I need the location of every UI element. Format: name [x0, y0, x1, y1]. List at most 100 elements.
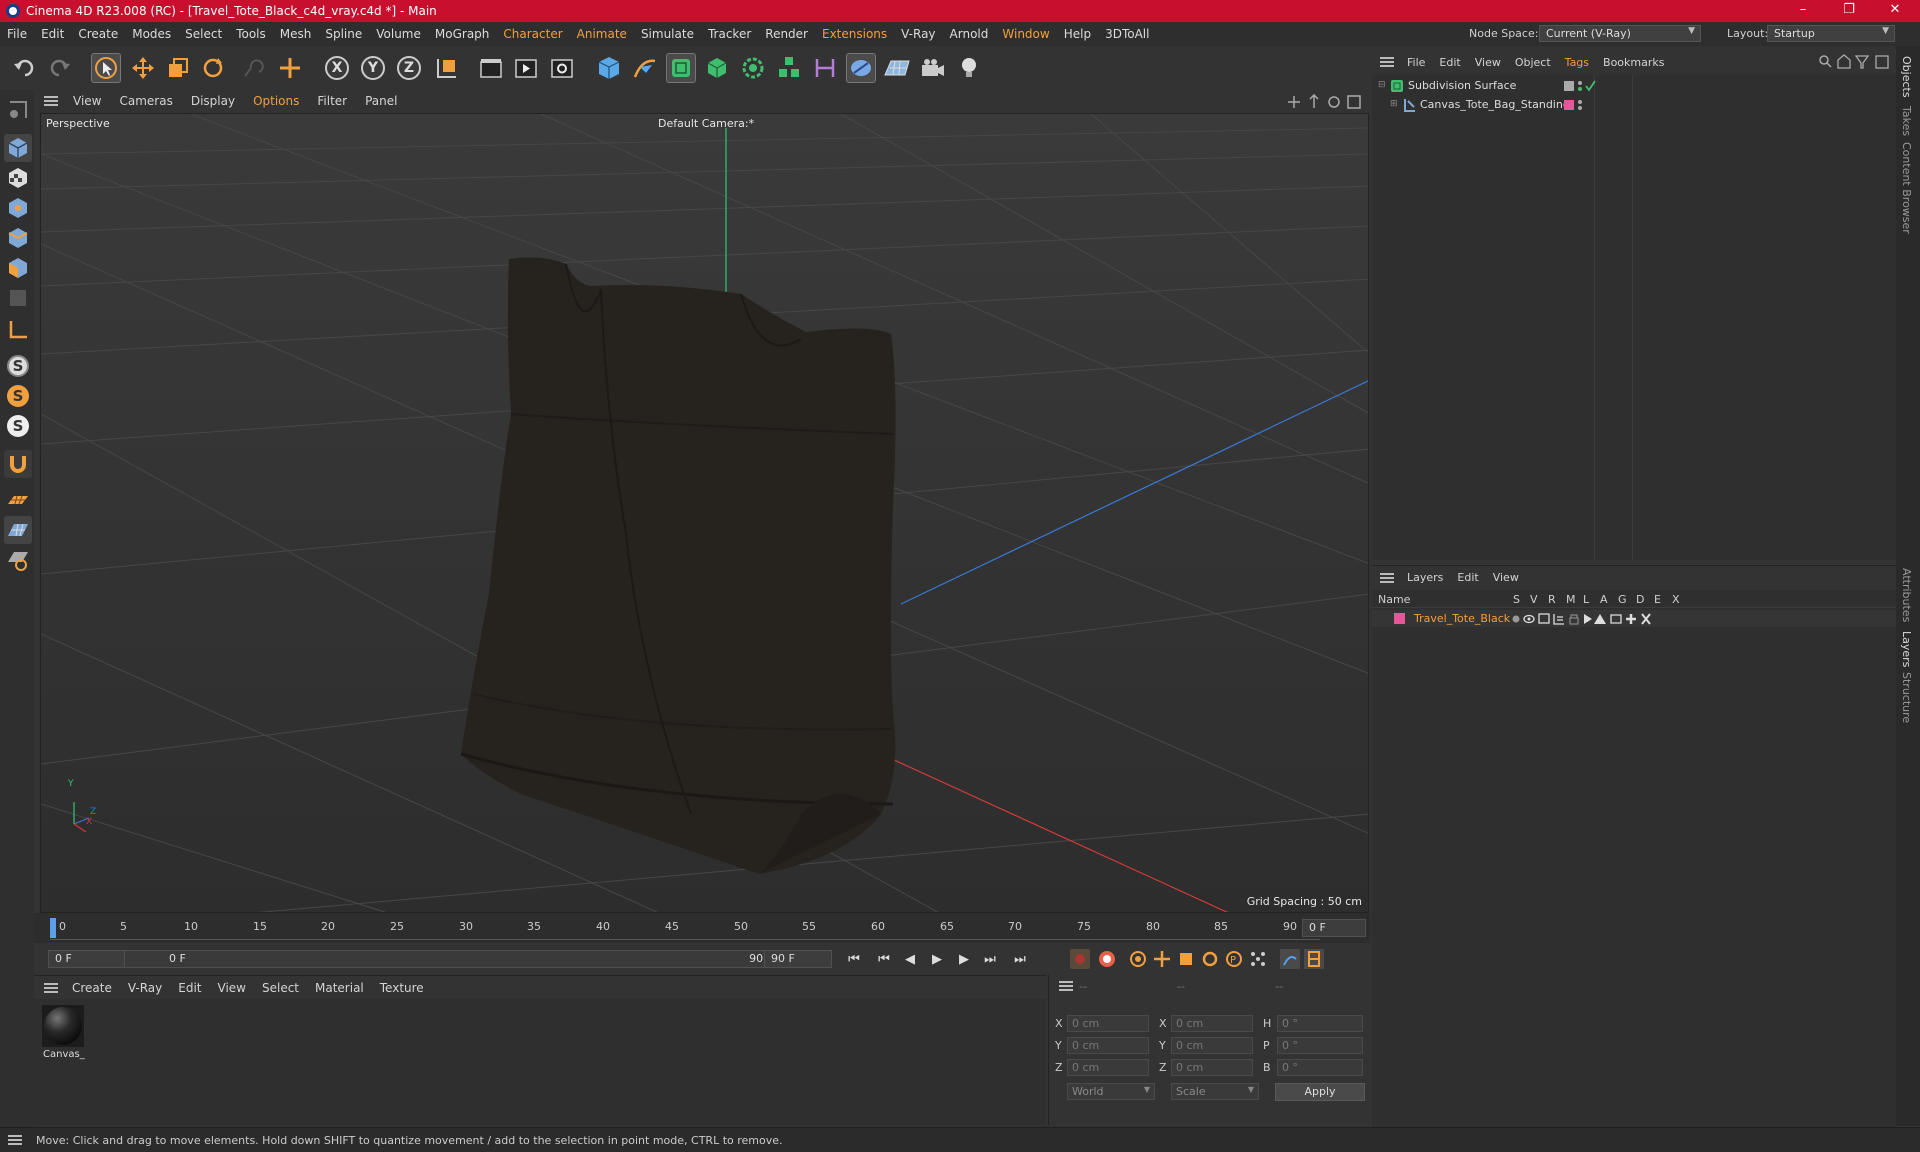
object-manager-tools[interactable] — [1818, 54, 1894, 70]
extrude-button[interactable] — [702, 53, 732, 83]
timeline-window-button[interactable] — [1304, 949, 1324, 969]
rotate-tool-button[interactable] — [198, 53, 228, 83]
close-button[interactable]: ✕ — [1872, 0, 1918, 22]
y-axis-lock-button[interactable]: Y — [358, 53, 388, 83]
layer-menu-edit[interactable]: Edit — [1450, 571, 1485, 584]
select-tool-button[interactable] — [91, 53, 121, 83]
restore-button[interactable]: ❐ — [1826, 0, 1872, 22]
layer-color-swatch[interactable] — [1394, 613, 1405, 624]
coordinates-menu-icon[interactable] — [1059, 981, 1073, 991]
perspective-viewport[interactable]: Perspective Default Camera:* Y Z X Grid … — [40, 113, 1369, 913]
menu-help[interactable]: Help — [1057, 27, 1098, 41]
size-x-field[interactable]: 0 cm — [1171, 1015, 1253, 1032]
viewport-menu-cameras[interactable]: Cameras — [110, 94, 181, 108]
viewport-menu-view[interactable]: View — [64, 94, 110, 108]
viewport-menu-icon[interactable] — [44, 96, 58, 106]
subdivision-surface-button[interactable] — [666, 53, 696, 83]
menu-window[interactable]: Window — [995, 27, 1056, 41]
menu-edit[interactable]: Edit — [34, 27, 71, 41]
prev-key-button[interactable]: ⏮ — [874, 949, 894, 969]
menu-select[interactable]: Select — [178, 27, 229, 41]
menu-animate[interactable]: Animate — [570, 27, 634, 41]
keyframe-selection-button[interactable] — [1128, 949, 1148, 969]
pos-z-field[interactable]: 0 cm — [1067, 1059, 1149, 1076]
deformer-button[interactable] — [810, 53, 840, 83]
preview-range-slider[interactable]: 0 F 90 F — [124, 950, 780, 968]
key-parameter-button[interactable]: P — [1224, 949, 1244, 969]
object-menu-icon[interactable] — [1380, 57, 1394, 67]
rot-h-field[interactable]: 0 ° — [1277, 1015, 1363, 1032]
material-menu-select[interactable]: Select — [254, 981, 307, 995]
object-menu-edit[interactable]: Edit — [1432, 56, 1467, 69]
menu-extensions[interactable]: Extensions — [815, 27, 894, 41]
menu-3dtoall[interactable]: 3DToAll — [1098, 27, 1156, 41]
coordinate-system-button[interactable] — [432, 53, 462, 83]
live-selection-button[interactable] — [238, 53, 268, 83]
side-tab-attributes[interactable]: Attributes — [1900, 568, 1913, 622]
menu-tracker[interactable]: Tracker — [701, 27, 758, 41]
menu-mesh[interactable]: Mesh — [273, 27, 319, 41]
goto-end-button[interactable]: ⏭ — [1010, 949, 1030, 969]
menu-simulate[interactable]: Simulate — [634, 27, 701, 41]
render-settings-button[interactable] — [547, 53, 577, 83]
side-tab-objects[interactable]: Objects — [1900, 56, 1913, 98]
material-menu-material[interactable]: Material — [307, 981, 372, 995]
size-z-field[interactable]: 0 cm — [1171, 1059, 1253, 1076]
polygons-mode-button[interactable] — [4, 254, 32, 282]
object-layer-controls[interactable] — [1564, 99, 1594, 111]
apply-button[interactable]: Apply — [1275, 1083, 1365, 1101]
layer-menu-view[interactable]: View — [1486, 571, 1526, 584]
object-menu-object[interactable]: Object — [1508, 56, 1558, 69]
material-menu-texture[interactable]: Texture — [372, 981, 432, 995]
field-button[interactable] — [846, 53, 876, 83]
motion-system-button[interactable] — [1280, 949, 1300, 969]
side-tab-layers[interactable]: Layers — [1900, 631, 1913, 667]
scale-tool-button[interactable] — [163, 53, 193, 83]
floor-button[interactable] — [882, 53, 912, 83]
workplane-button[interactable] — [4, 486, 32, 514]
side-tab-content-browser[interactable]: Content Browser — [1900, 142, 1913, 234]
expand-toggle-icon[interactable]: ⊟ — [1378, 80, 1386, 90]
object-row[interactable]: ⊟ Subdivision Surface — [1378, 78, 1894, 95]
camera-button[interactable] — [918, 53, 948, 83]
locked-workplane-button[interactable] — [4, 546, 32, 574]
layer-toggle-icons[interactable] — [1512, 612, 1692, 626]
recent-tool-button[interactable] — [275, 53, 305, 83]
redo-button[interactable] — [44, 53, 74, 83]
undo-button[interactable] — [10, 53, 40, 83]
solo-single-button[interactable]: S — [4, 382, 32, 410]
array-button[interactable] — [774, 53, 804, 83]
size-mode-dropdown[interactable]: Scale ▼ — [1171, 1083, 1259, 1100]
node-space-dropdown[interactable]: Current (V-Ray) ▼ — [1539, 25, 1701, 42]
make-editable-button[interactable] — [4, 96, 32, 124]
uv-mode-button[interactable] — [4, 284, 32, 312]
axis-mode-button[interactable] — [4, 316, 32, 344]
viewport-menu-panel[interactable]: Panel — [356, 94, 406, 108]
expand-toggle-icon[interactable]: ⊞ — [1390, 99, 1398, 109]
model-mode-button[interactable] — [4, 134, 32, 162]
size-y-field[interactable]: 0 cm — [1171, 1037, 1253, 1054]
material-menu-icon[interactable] — [44, 982, 58, 993]
solo-off-button[interactable]: S — [4, 352, 32, 380]
side-tab-takes[interactable]: Takes — [1900, 106, 1913, 136]
viewport-menu-options[interactable]: Options — [244, 94, 308, 108]
status-menu-icon[interactable] — [8, 1135, 22, 1145]
menu-file[interactable]: File — [0, 27, 34, 41]
layer-menu-icon[interactable] — [1380, 572, 1394, 583]
grid-plane-button[interactable] — [4, 516, 32, 544]
object-visibility-controls[interactable] — [1564, 80, 1604, 92]
auto-key-button[interactable] — [1097, 949, 1117, 969]
move-tool-button[interactable] — [128, 53, 158, 83]
edges-mode-button[interactable] — [4, 224, 32, 252]
material-menu-create[interactable]: Create — [64, 981, 120, 995]
end-frame-field[interactable]: 90 F — [764, 950, 832, 968]
record-button[interactable] — [1070, 949, 1090, 969]
prev-frame-button[interactable]: ◀ — [900, 949, 920, 969]
solo-hierarchy-button[interactable]: S — [4, 412, 32, 440]
material-swatch[interactable]: Canvas_ — [42, 1005, 85, 1065]
menu-spline[interactable]: Spline — [318, 27, 369, 41]
key-rotation-button[interactable] — [1200, 949, 1220, 969]
material-menu-vray[interactable]: V-Ray — [120, 981, 170, 995]
material-menu-edit[interactable]: Edit — [170, 981, 209, 995]
menu-mograph[interactable]: MoGraph — [428, 27, 497, 41]
